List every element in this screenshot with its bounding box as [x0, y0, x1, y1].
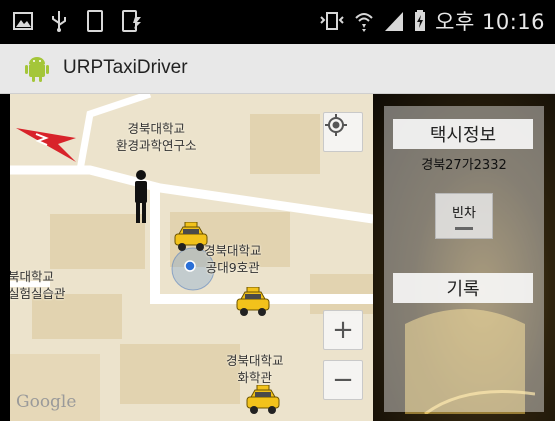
- compass-icon[interactable]: [14, 124, 80, 164]
- map-label-line: 경북대학교: [127, 121, 186, 136]
- vacancy-status-label: 빈차: [452, 206, 476, 221]
- phone-charging-icon: [122, 10, 141, 32]
- taxi-icon[interactable]: [244, 385, 282, 417]
- map-label-line: 경북대학교: [204, 243, 262, 258]
- status-bar: 오후 10:16: [0, 0, 555, 44]
- map-label-line: 실험실습관: [10, 286, 66, 301]
- image-icon: [13, 12, 33, 30]
- panel-overlay: [384, 106, 544, 412]
- taxi-icon[interactable]: [234, 287, 272, 319]
- map-label: 경북대학교 환경과학연구소: [116, 120, 197, 154]
- map-label: 경북대학교 화학관: [226, 352, 284, 386]
- zoom-out-button[interactable]: −: [323, 360, 363, 400]
- map-label-line: 북대학교: [10, 269, 55, 284]
- zoom-in-label: +: [332, 315, 354, 345]
- pegman-icon[interactable]: [132, 169, 150, 225]
- vibrate-icon: [320, 12, 344, 30]
- clock: 오후 10:16: [435, 10, 545, 34]
- system-icons: 오후 10:16: [319, 6, 545, 36]
- taxi-info-panel: 택시정보 경북27가2332 빈차 기록: [373, 94, 555, 421]
- my-location-icon: [325, 114, 347, 136]
- wifi-icon: [355, 13, 373, 32]
- map-label-line: 화학관: [237, 370, 273, 385]
- notification-icons: [12, 9, 142, 33]
- battery-charging-icon: [415, 10, 426, 31]
- map-label-line: 경북대학교: [226, 353, 284, 368]
- map-view[interactable]: 경북대학교 환경과학연구소 경북대학교 공대9호관 북대학교 실험실습관 경북대…: [10, 94, 373, 421]
- taxi-info-title: 택시정보: [393, 119, 533, 149]
- status-indicator-bar: [455, 227, 473, 230]
- sim-card-icon: [87, 10, 103, 32]
- map-label-line: 환경과학연구소: [116, 138, 197, 153]
- map-label: 경북대학교 공대9호관: [204, 242, 262, 276]
- action-bar: URPTaxiDriver: [0, 44, 555, 94]
- zoom-out-label: −: [332, 365, 354, 395]
- records-button[interactable]: 기록: [393, 273, 533, 303]
- map-label-line: 공대9호관: [205, 260, 260, 275]
- map-label: 북대학교 실험실습관: [10, 268, 66, 302]
- vacancy-status-button[interactable]: 빈차: [435, 193, 493, 239]
- usb-icon: [52, 11, 66, 32]
- android-icon: [25, 57, 49, 82]
- zoom-in-button[interactable]: +: [323, 310, 363, 350]
- app-title: URPTaxiDriver: [63, 57, 188, 78]
- my-location-button[interactable]: [323, 112, 363, 152]
- google-attribution[interactable]: Google: [16, 392, 76, 412]
- plate-number: 경북27가2332: [421, 158, 507, 173]
- signal-icon: [385, 12, 404, 31]
